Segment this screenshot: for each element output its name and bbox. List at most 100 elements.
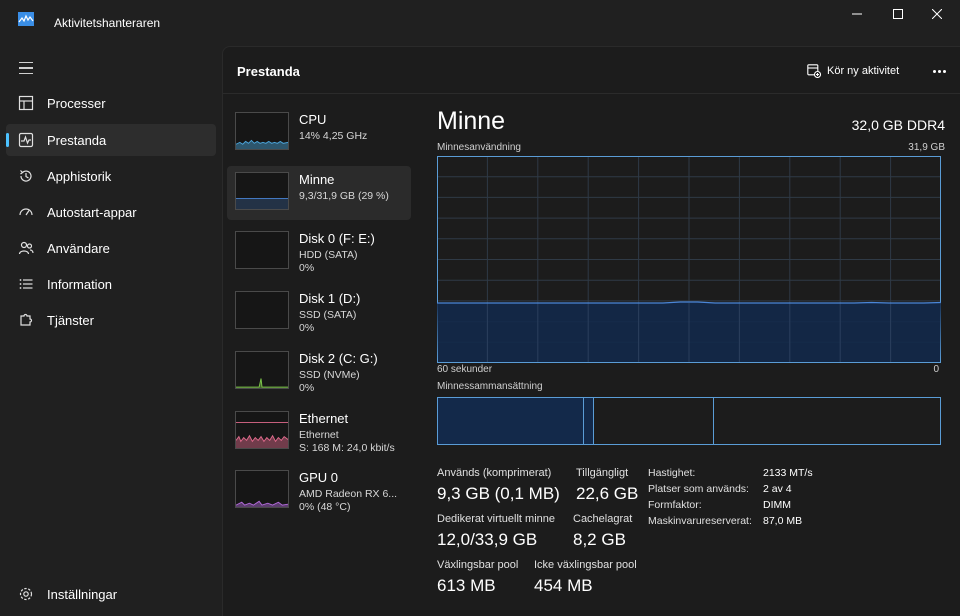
title-bar: Aktivitetshanteraren <box>0 0 960 46</box>
device-thumbnail-graph <box>235 470 289 509</box>
composition-in-use <box>438 398 584 444</box>
active-indicator <box>6 133 9 147</box>
device-memory[interactable]: Minne 9,3/31,9 GB (29 %) <box>227 165 411 220</box>
available-value: 22,6 GB <box>576 484 639 503</box>
device-name: Ethernet <box>299 410 349 426</box>
services-puzzle-icon <box>20 313 33 326</box>
cached-value: 8,2 GB <box>573 530 626 549</box>
device-status: S: 168 M: 24,0 kbit/s <box>299 441 395 454</box>
device-ethernet[interactable]: Ethernet Ethernet S: 168 M: 24,0 kbit/s <box>227 405 411 459</box>
form-factor-value: DIMM <box>763 499 791 511</box>
sidebar-item-label: Information <box>47 277 113 292</box>
device-subtitle: 14% 4,25 GHz <box>299 130 368 142</box>
run-task-icon <box>807 64 821 78</box>
device-subtitle: SSD (SATA) <box>299 309 357 322</box>
device-subtitle: SSD (NVMe) <box>299 368 360 381</box>
sidebar-item-processes[interactable]: Processer <box>6 87 216 119</box>
hamburger-menu-icon[interactable] <box>14 58 38 78</box>
device-subtitle: HDD (SATA) <box>299 249 358 262</box>
device-name: Disk 0 (F: E:) <box>299 231 375 247</box>
device-subtitle: AMD Radeon RX 6... <box>299 488 398 501</box>
device-name: Disk 2 (C: G:) <box>299 350 378 366</box>
composition-standby <box>594 398 715 444</box>
composition-modified <box>583 398 594 444</box>
settings-label: Inställningar <box>47 587 118 602</box>
run-new-task-button[interactable]: Kör ny aktivitet <box>807 61 899 81</box>
in-use-value: 9,3 GB (0,1 MB) <box>437 484 560 503</box>
device-name: GPU 0 <box>299 470 339 486</box>
header-divider <box>223 93 960 94</box>
slots-key: Platser som används: <box>648 483 749 495</box>
startup-speedometer-icon <box>19 208 33 216</box>
device-status: 0% <box>299 381 315 394</box>
device-subtitle: Ethernet <box>299 428 339 441</box>
paged-pool-value: 613 MB <box>437 576 496 595</box>
main-panel: Prestanda Kör ny aktivitet CPU 14% 4,25 G… <box>222 46 960 616</box>
cached-label: Cachelagrat <box>573 513 633 525</box>
time-axis-end: 0 <box>933 364 939 375</box>
device-name: CPU <box>299 112 327 127</box>
memory-title: Minne <box>437 107 506 135</box>
sidebar-item-settings[interactable]: Inställningar <box>6 578 216 610</box>
memory-composition-bar <box>437 397 941 445</box>
in-use-label: Används (komprimerat) <box>437 467 552 479</box>
window-title: Aktivitetshanteraren <box>54 16 161 30</box>
device-name: Disk 1 (D:) <box>299 291 361 307</box>
history-icon <box>20 170 32 182</box>
close-icon <box>932 9 942 19</box>
committed-value: 12,0/33,9 GB <box>437 530 538 549</box>
sidebar-item-performance[interactable]: Prestanda <box>6 124 216 156</box>
paged-pool-label: Växlingsbar pool <box>437 559 519 571</box>
composition-free <box>714 398 940 444</box>
device-subtitle: 9,3/31,9 GB (29 %) <box>299 189 389 202</box>
speed-key: Hastighet: <box>648 467 696 479</box>
device-thumbnail-graph <box>235 231 289 270</box>
minimize-button[interactable] <box>834 0 880 28</box>
available-label: Tillgängligt <box>576 467 629 479</box>
task-manager-app-icon <box>18 12 34 26</box>
sidebar-item-users[interactable]: Användare <box>6 232 216 264</box>
hardware-reserved-key: Maskinvarureserverat: <box>648 515 752 527</box>
composition-label: Minnessammansättning <box>437 381 543 392</box>
memory-spec: 32,0 GB DDR4 <box>851 117 945 133</box>
close-button[interactable] <box>914 0 960 28</box>
device-disk-1[interactable]: Disk 1 (D:) SSD (SATA) 0% <box>227 285 411 339</box>
sidebar-item-services[interactable]: Tjänster <box>6 304 216 336</box>
performance-chart-icon <box>18 132 34 148</box>
device-list: CPU 14% 4,25 GHz Minne 9,3/31,9 GB (29 %) Di… <box>225 95 411 615</box>
page-title: Prestanda <box>237 64 300 79</box>
more-options-icon[interactable] <box>927 61 951 81</box>
sidebar-item-label: Tjänster <box>47 313 94 328</box>
device-thumbnail-graph <box>235 291 289 330</box>
run-task-label: Kör ny aktivitet <box>827 65 900 77</box>
sidebar-item-label: Processer <box>47 96 106 111</box>
nonpaged-pool-label: Icke växlingsbar pool <box>534 559 637 571</box>
processes-grid-icon <box>18 95 34 111</box>
sidebar-item-label: Autostart-appar <box>47 205 137 220</box>
sidebar-item-startup-apps[interactable]: Autostart-appar <box>6 196 216 228</box>
sidebar-item-label: Apphistorik <box>47 169 112 184</box>
device-status: 0% <box>299 262 315 275</box>
memory-detail-panel: Minne 32,0 GB DDR4 Minnesanvändning 31,9… <box>437 95 947 615</box>
device-status: 0% <box>299 322 315 335</box>
form-factor-key: Formfaktor: <box>648 499 702 511</box>
memory-usage-graph <box>437 156 941 363</box>
sidebar-item-app-history[interactable]: Apphistorik <box>6 160 216 192</box>
time-axis-start: 60 sekunder <box>437 364 493 375</box>
sidebar-item-details[interactable]: Information <box>6 268 216 300</box>
sidebar-item-label: Användare <box>47 241 110 256</box>
device-thumbnail-graph <box>235 410 289 449</box>
usage-graph-max: 31,9 GB <box>908 142 945 153</box>
device-status: 0% (48 °C) <box>299 501 351 514</box>
details-list-icon <box>19 279 33 289</box>
maximize-icon <box>893 9 903 19</box>
sidebar: Processer Prestanda Apphistorik Autostar… <box>0 46 222 616</box>
device-thumbnail-graph <box>235 112 289 150</box>
device-thumbnail-graph <box>235 171 289 210</box>
device-thumbnail-graph <box>235 350 289 389</box>
device-cpu[interactable]: CPU 14% 4,25 GHz <box>227 106 411 160</box>
hardware-reserved-value: 87,0 MB <box>763 515 803 527</box>
device-disk-0[interactable]: Disk 0 (F: E:) HDD (SATA) 0% <box>227 225 411 279</box>
device-gpu-0[interactable]: GPU 0 AMD Radeon RX 6... 0% (48 °C) <box>227 464 411 518</box>
device-disk-2[interactable]: Disk 2 (C: G:) SSD (NVMe) 0% <box>227 345 411 399</box>
